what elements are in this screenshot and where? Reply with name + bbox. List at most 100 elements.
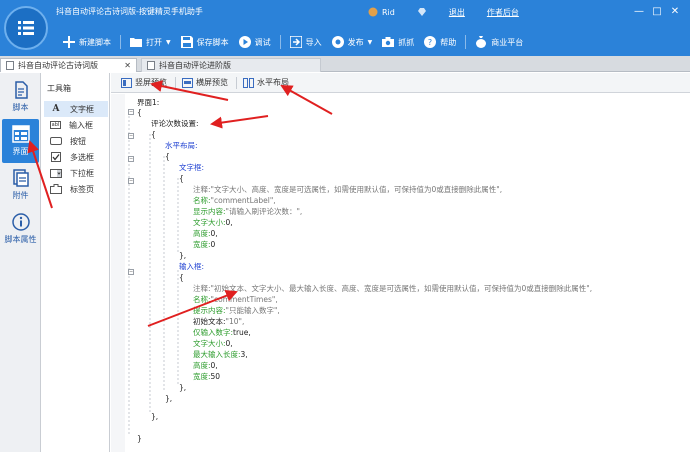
sidebar-item-label: 界面 (12, 147, 29, 156)
tool-tabpage[interactable]: 标签页 (44, 181, 108, 197)
code-brace: }, (179, 251, 187, 260)
toolbar-divider (120, 35, 121, 49)
code-brace: }, (165, 394, 173, 403)
toolbox-panel: 工具箱 A 文字框 abl 输入框 按钮 多选框 下拉框 标签页 (42, 73, 110, 452)
window-controls: — □ ✕ (630, 4, 684, 18)
user-name-label: Rid (382, 7, 395, 17)
info-icon (11, 213, 30, 231)
import-label: 导入 (305, 37, 322, 47)
code-line-fontsize: 文字大小:0, (193, 339, 233, 348)
chevron-down-icon: ▼ (367, 38, 373, 46)
author-backend-link[interactable]: 作者后台 (487, 7, 519, 18)
tool-label: 下拉框 (70, 168, 94, 178)
code-editor[interactable]: − − − − − 界面1: { 评论次数设置: { 水平布局: { 文字框: … (111, 94, 690, 452)
user-name[interactable]: Rid (368, 7, 395, 17)
tool-dropdown[interactable]: 下拉框 (44, 165, 108, 181)
help-button[interactable]: ? 帮助 (419, 32, 461, 52)
toolbar-divider (279, 35, 281, 49)
code-brace: { (165, 152, 170, 161)
menu-list-icon (18, 21, 34, 35)
code-line-maxlen: 最大输入长度:3, (193, 350, 248, 359)
fold-toggle[interactable]: − (128, 133, 134, 139)
save-script-button[interactable]: 保存脚本 (176, 32, 234, 52)
vip-diamond[interactable] (417, 7, 427, 17)
code-line-fontsize: 文字大小:0, (193, 218, 233, 227)
landscape-preview-label: 横屏预览 (196, 78, 228, 87)
fold-toggle[interactable]: − (128, 269, 134, 275)
code-line-display: 显示内容:"请输入刷评论次数：", (193, 207, 303, 216)
logout-link[interactable]: 退出 (449, 7, 465, 18)
fold-toggle[interactable]: − (128, 156, 134, 162)
open-button[interactable]: 打开 ▼ (125, 32, 176, 52)
sidebar-item-script-properties[interactable]: 脚本属性 (2, 207, 39, 251)
code-interface-name: 界面1: (137, 98, 160, 107)
document-icon (6, 61, 14, 70)
tab-inactive-script[interactable]: 抖音自动评论进阶版 (141, 58, 321, 72)
left-sidebar: 脚本 界面 附件 脚本属性 (0, 73, 41, 452)
horizontal-layout-icon (243, 77, 254, 88)
fold-toggle[interactable]: − (128, 109, 134, 115)
sidebar-item-script[interactable]: 脚本 (2, 75, 39, 119)
sidebar-item-attachment[interactable]: 附件 (2, 163, 39, 207)
code-brace: { (179, 174, 184, 183)
document-tab-strip: 抖音自动评论古诗词版 ✕ 抖音自动评论进阶版 (0, 56, 690, 72)
landscape-preview-button[interactable]: 横屏预览 (178, 75, 232, 91)
code-textbox-title: 文字框: (179, 163, 205, 172)
svg-text:?: ? (428, 38, 432, 47)
tab-close-icon[interactable]: ✕ (124, 61, 131, 70)
code-brace: }, (151, 412, 159, 421)
import-button[interactable]: 导入 (285, 32, 327, 52)
tool-label: 按钮 (70, 136, 86, 146)
code-brace: } (137, 434, 142, 443)
window-title: 抖音自动评论古诗词版-按键精灵手机助手 (56, 7, 203, 16)
play-circle-icon (238, 36, 251, 48)
code-line-initial: 初始文本:"10", (193, 317, 245, 326)
fold-toggle[interactable]: − (128, 178, 134, 184)
code-brace: }, (179, 383, 187, 392)
debug-button[interactable]: 调试 (234, 32, 276, 52)
document-icon (14, 81, 28, 99)
publish-label: 发布 (347, 37, 364, 47)
sidebar-item-interface[interactable]: 界面 (2, 119, 39, 163)
business-platform-button[interactable]: 商业平台 (470, 32, 528, 52)
app-logo (4, 6, 48, 50)
tool-inputbox[interactable]: abl 输入框 (44, 117, 108, 133)
new-script-button[interactable]: 新建脚本 (58, 32, 116, 52)
landscape-screen-icon (182, 77, 193, 88)
button-icon (50, 136, 62, 146)
minimize-button[interactable]: — (630, 4, 648, 18)
main-toolbar: 新建脚本 打开 ▼ 保存脚本 调试 导入 发布 ▼ 抓抓 ? 帮助 商业平台 (58, 32, 528, 52)
chevron-down-icon: ▼ (166, 38, 171, 46)
code-brace: { (151, 130, 156, 139)
toolbox-title: 工具箱 (47, 84, 71, 93)
debug-label: 调试 (254, 37, 271, 47)
checkbox-icon (50, 152, 62, 162)
tool-checkbox[interactable]: 多选框 (44, 149, 108, 165)
capture-button[interactable]: 抓抓 (377, 32, 419, 52)
save-script-label: 保存脚本 (196, 37, 229, 47)
horizontal-layout-button[interactable]: 水平布局 (239, 75, 293, 91)
maximize-button[interactable]: □ (648, 4, 666, 18)
tab-inactive-label: 抖音自动评论进阶版 (159, 61, 231, 70)
code-line-height: 高度:0, (193, 229, 218, 238)
tool-label: 文字框 (70, 104, 94, 114)
close-button[interactable]: ✕ (666, 4, 684, 18)
tool-button[interactable]: 按钮 (44, 133, 108, 149)
sidebar-item-label: 附件 (12, 191, 29, 200)
attachment-icon (12, 169, 29, 187)
title-bar: 抖音自动评论古诗词版-按键精灵手机助手 Rid 退出 作者后台 — □ ✕ 新建… (0, 0, 690, 56)
toolbox-list: A 文字框 abl 输入框 按钮 多选框 下拉框 标签页 (44, 101, 108, 197)
tool-textbox[interactable]: A 文字框 (44, 101, 108, 117)
editor-gutter (111, 94, 125, 452)
question-mark-icon: ? (424, 36, 437, 48)
tool-label: 多选框 (70, 152, 94, 162)
code-line-name: 名称:"commentLabel", (193, 196, 276, 205)
publish-button[interactable]: 发布 ▼ (327, 32, 378, 52)
layout-grid-icon (11, 125, 30, 143)
toolbar-divider (465, 35, 467, 49)
tab-active-script[interactable]: 抖音自动评论古诗词版 ✕ (0, 58, 137, 72)
code-line-digits-only: 仅输入数字:true, (193, 328, 251, 337)
tab-page-icon (50, 184, 62, 194)
portrait-preview-button[interactable]: 竖屏预览 (117, 75, 171, 91)
code-line-width: 宽度:50 (193, 372, 221, 381)
